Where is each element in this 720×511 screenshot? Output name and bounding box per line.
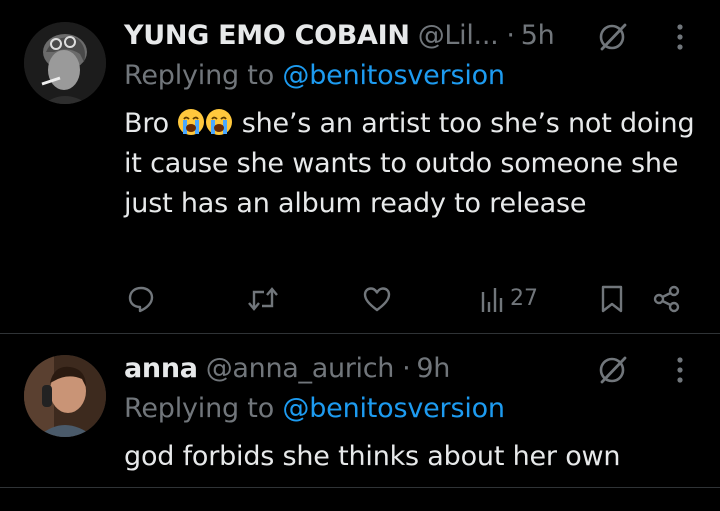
loudly-crying-face-icon (177, 108, 205, 136)
separator: · (506, 19, 515, 51)
separator: · (402, 352, 411, 384)
mention-link[interactable]: @benitosversion (282, 393, 505, 424)
loudly-crying-face-icon (205, 108, 233, 136)
action-bar: 27 (0, 280, 720, 320)
timestamp[interactable]: 5h (521, 20, 555, 51)
mention-link[interactable]: @benitosversion (282, 60, 505, 91)
views-icon[interactable] (480, 284, 506, 314)
tweet[interactable]: YUNG EMO COBAIN @Lil... · 5h Replying to… (0, 0, 720, 334)
user-handle[interactable]: @Lil... (418, 20, 499, 51)
avatar[interactable] (24, 22, 106, 104)
share-icon[interactable] (652, 284, 682, 314)
replying-to: Replying to @benitosversion (124, 60, 505, 91)
tweet[interactable]: anna @anna_aurich · 9h Replying to @beni… (0, 334, 720, 488)
replying-prefix: Replying to (124, 60, 275, 91)
grok-icon[interactable] (597, 20, 629, 52)
tweet-header: anna @anna_aurich · 9h (124, 350, 450, 386)
display-name[interactable]: YUNG EMO COBAIN (124, 20, 410, 51)
tweet-text: god forbids she thinks about her own (124, 441, 621, 472)
more-icon[interactable] (675, 22, 685, 52)
replying-to: Replying to @benitosversion (124, 393, 505, 424)
like-icon[interactable] (362, 284, 392, 314)
avatar[interactable] (24, 355, 106, 437)
tweet-text: Bro she’s an artist too she’s not doing … (124, 104, 704, 224)
reply-icon[interactable] (126, 284, 156, 314)
display-name[interactable]: anna (124, 353, 198, 384)
timestamp[interactable]: 9h (416, 353, 450, 384)
retweet-icon[interactable] (246, 284, 280, 314)
more-icon[interactable] (675, 355, 685, 385)
user-handle[interactable]: @anna_aurich (206, 353, 395, 384)
grok-icon[interactable] (597, 353, 629, 385)
tweet-text-start: Bro (124, 108, 169, 139)
replying-prefix: Replying to (124, 393, 275, 424)
bookmark-icon[interactable] (600, 284, 624, 314)
tweet-header: YUNG EMO COBAIN @Lil... · 5h (124, 17, 555, 53)
views-count[interactable]: 27 (510, 286, 538, 311)
